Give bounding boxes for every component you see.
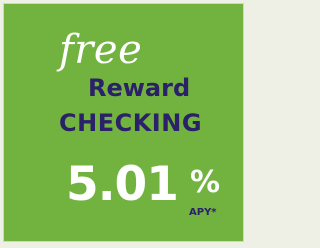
reward-checking-ad[interactable]: free Reward CHECKING 5.01 % APY*: [0, 0, 250, 248]
reward-text: Reward: [88, 74, 191, 102]
apy-label: APY*: [189, 207, 217, 218]
checking-text: CHECKING: [59, 109, 203, 137]
rate-value: 5.01: [66, 157, 179, 212]
rate-percent-symbol: %: [190, 165, 221, 200]
ad-green-panel: free Reward CHECKING 5.01 % APY*: [3, 3, 244, 242]
free-text: free: [59, 27, 143, 73]
